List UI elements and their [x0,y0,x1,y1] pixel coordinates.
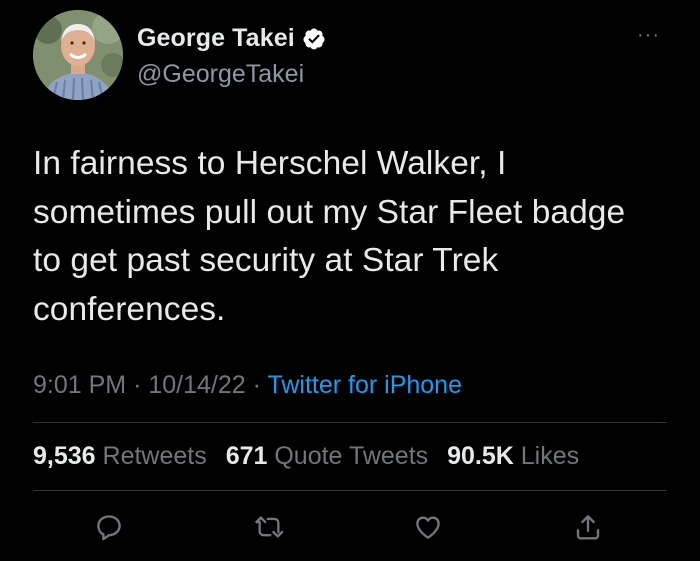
share-button[interactable] [571,510,605,544]
meta-separator: · [133,371,142,399]
divider [33,490,667,491]
more-menu-icon[interactable]: ··· [637,25,660,45]
likes-stat[interactable]: 90.5K Likes [447,442,579,470]
reply-button[interactable] [92,510,126,544]
tweet-source-link[interactable]: Twitter for iPhone [267,371,462,399]
quote-tweets-stat[interactable]: 671 Quote Tweets [226,442,428,470]
verified-badge-icon [303,28,325,49]
divider [33,422,667,423]
tweet-meta: 9:01 PM · 10/14/22 · Twitter for iPhone [33,371,462,400]
retweets-count: 9,536 [33,442,96,470]
quote-tweets-count: 671 [225,442,268,470]
meta-separator: · [252,371,261,399]
retweet-button[interactable] [252,510,286,544]
share-icon [576,515,600,540]
profile-photo-icon [33,10,123,100]
engagement-stats: 9,536 Retweets 671 Quote Tweets 90.5K Li… [33,442,591,471]
quote-tweets-label: Quote Tweets [274,442,429,470]
heart-icon [416,516,440,539]
author-name-row[interactable]: George Takei [137,24,326,53]
tweet-date[interactable]: 10/14/22 [148,371,245,399]
retweets-label: Retweets [102,442,207,470]
display-name[interactable]: George Takei [137,24,295,53]
reply-icon [97,515,121,541]
retweets-stat[interactable]: 9,536 Retweets [33,442,207,470]
likes-count: 90.5K [447,442,514,470]
avatar[interactable] [33,10,123,100]
likes-label: Likes [520,442,580,470]
author-handle[interactable]: @GeorgeTakei [137,60,304,89]
tweet-time[interactable]: 9:01 PM [33,371,126,399]
like-button[interactable] [411,510,445,544]
retweet-icon [255,516,284,538]
tweet-text: In fairness to Herschel Walker, I someti… [33,145,626,328]
